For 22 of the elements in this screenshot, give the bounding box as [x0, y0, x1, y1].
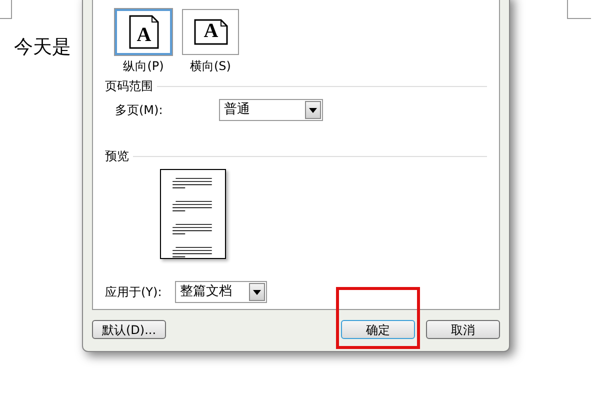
orientation-label: 横向(S) [190, 58, 231, 75]
page-letter-icon: A [192, 18, 228, 46]
page-corner-mark [0, 0, 12, 19]
dropdown-arrow-button[interactable] [249, 283, 265, 301]
section-title: 预览 [105, 148, 129, 165]
document-text: 今天是 [14, 35, 71, 60]
orientation-option[interactable]: A [182, 9, 239, 55]
dropdown-field[interactable]: 普通 [219, 99, 323, 121]
orientation-option[interactable]: A [115, 9, 172, 55]
section-title: 页码范围 [105, 78, 153, 95]
field-label: 应用于(Y): [105, 284, 163, 301]
caret-icon [253, 290, 261, 294]
dialog-button[interactable]: 取消 [426, 320, 500, 339]
field-label: 多页(M): [115, 102, 164, 119]
dialog-button[interactable]: 确定 [341, 320, 415, 339]
page-letter-icon: A [128, 14, 160, 50]
dropdown-arrow-button[interactable] [305, 101, 321, 119]
page-corner-mark [567, 0, 591, 19]
dialog-button[interactable]: 默认(D)... [92, 320, 166, 339]
orientation-label: 纵向(P) [123, 58, 164, 75]
caret-icon [309, 108, 317, 112]
dropdown-field[interactable]: 整篇文档 [175, 281, 267, 303]
